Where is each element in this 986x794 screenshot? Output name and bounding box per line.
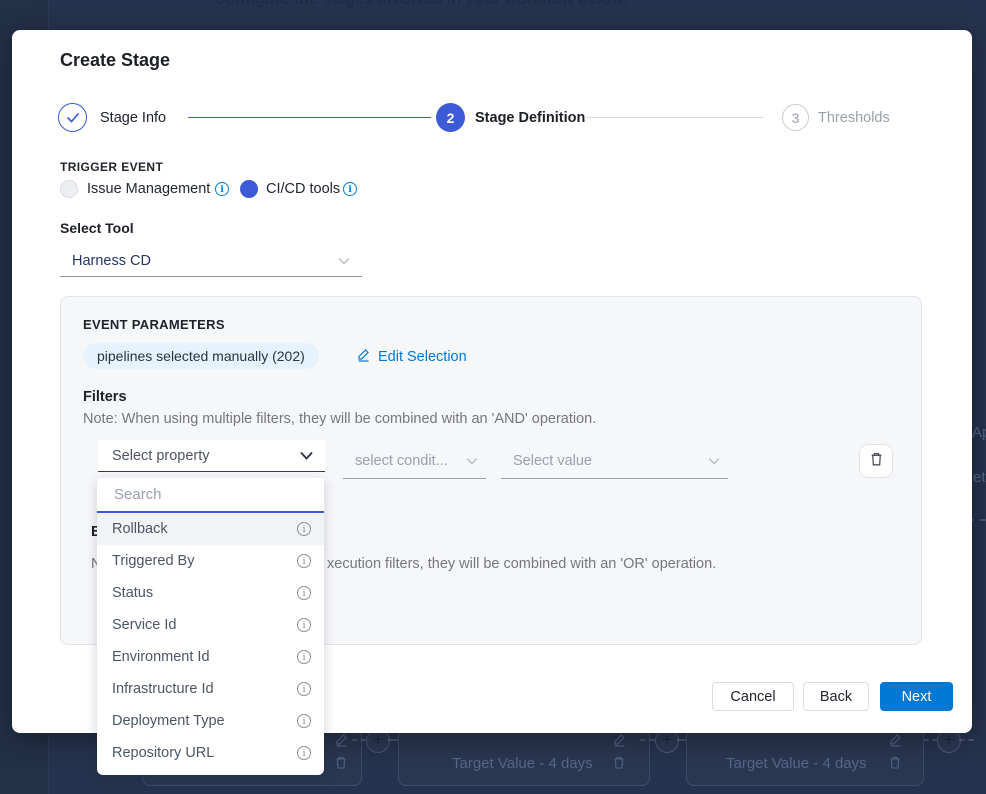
info-icon[interactable]: i xyxy=(297,522,311,536)
dropdown-item-infrastructure-id[interactable]: Infrastructure Id i xyxy=(97,673,324,705)
info-icon[interactable]: i xyxy=(297,554,311,568)
info-icon[interactable]: i xyxy=(297,682,311,696)
dropdown-item-environment-id[interactable]: Environment Id i xyxy=(97,641,324,673)
edit-icon xyxy=(888,732,904,748)
condition-select[interactable]: select condit... xyxy=(343,444,486,479)
info-icon[interactable]: i xyxy=(215,182,229,196)
value-select-placeholder: Select value xyxy=(513,453,592,469)
background-text-fragment: et xyxy=(973,469,986,486)
info-icon[interactable]: i xyxy=(297,746,311,760)
step-stage-info-label: Stage Info xyxy=(100,110,166,126)
stepper-connector xyxy=(188,117,431,118)
info-icon[interactable]: i xyxy=(297,714,311,728)
condition-select-placeholder: select condit... xyxy=(355,453,448,469)
property-select-value: Select property xyxy=(112,448,210,464)
dropdown-item-label: Repository URL xyxy=(112,745,214,761)
edit-icon xyxy=(334,732,350,748)
info-icon[interactable]: i xyxy=(297,650,311,664)
dropdown-item-label: Environment Id xyxy=(112,649,210,665)
trash-icon xyxy=(869,451,884,472)
stepper-connector xyxy=(584,117,764,118)
step-stage-definition[interactable]: 2 xyxy=(436,103,465,132)
step-thresholds[interactable]: 3 xyxy=(782,104,809,131)
connector-dash xyxy=(352,739,366,741)
connector-dash xyxy=(924,739,937,741)
step-stage-info[interactable] xyxy=(58,103,87,132)
radio-cicd-tools-label: CI/CD tools xyxy=(266,181,340,197)
dropdown-item-service-id[interactable]: Service Id i xyxy=(97,609,324,641)
property-select[interactable]: Select property xyxy=(98,440,325,472)
dropdown-item-status[interactable]: Status i xyxy=(97,577,324,609)
cancel-button-label: Cancel xyxy=(730,689,775,705)
connector-dash xyxy=(959,739,974,741)
dropdown-item-label: Triggered By xyxy=(112,553,194,569)
cancel-button[interactable]: Cancel xyxy=(712,682,794,711)
filters-heading: Filters xyxy=(83,389,127,405)
info-icon[interactable]: i xyxy=(343,182,357,196)
dropdown-item-triggered-by[interactable]: Triggered By i xyxy=(97,545,324,577)
step-number: 2 xyxy=(447,110,455,126)
create-stage-dialog: Create Stage Stage Info 2 Stage Definiti… xyxy=(12,30,972,733)
page: Configure the stages involved in your wo… xyxy=(0,0,986,794)
background-heading: Configure the stages involved in your wo… xyxy=(214,0,628,9)
dropdown-item-label: Deployment Type xyxy=(112,713,225,729)
trash-icon xyxy=(334,755,350,771)
edit-icon xyxy=(356,347,371,366)
back-button[interactable]: Back xyxy=(803,682,869,711)
info-icon[interactable]: i xyxy=(297,618,311,632)
property-dropdown: Rollback i Triggered By i Status i Servi… xyxy=(97,478,324,775)
trigger-event-heading: TRIGGER EVENT xyxy=(60,160,163,174)
filters-note: Note: When using multiple filters, they … xyxy=(83,411,596,427)
chevron-down-icon xyxy=(300,451,313,460)
connector-dash xyxy=(388,739,398,741)
info-icon[interactable]: i xyxy=(297,586,311,600)
value-select[interactable]: Select value xyxy=(501,444,728,479)
dropdown-item-label: Infrastructure Id xyxy=(112,681,214,697)
tool-select[interactable]: Harness CD xyxy=(60,246,362,277)
dropdown-item-label: Service Id xyxy=(112,617,176,633)
search-input[interactable] xyxy=(112,485,309,504)
radio-issue-management-label: Issue Management xyxy=(87,181,210,197)
edit-icon xyxy=(612,732,628,748)
next-button-label: Next xyxy=(902,689,932,705)
dropdown-item-label: Status xyxy=(112,585,153,601)
edit-selection-button[interactable]: Edit Selection xyxy=(356,347,467,366)
chevron-down-icon xyxy=(708,457,720,465)
connector-dash xyxy=(677,739,686,741)
back-button-label: Back xyxy=(820,689,852,705)
dropdown-item-repository-url[interactable]: Repository URL i xyxy=(97,737,324,769)
chevron-down-icon xyxy=(338,257,350,265)
execution-filters-note-fragment: xecution filters, they will be combined … xyxy=(327,556,716,572)
trash-icon xyxy=(888,755,904,771)
event-parameters-heading: EVENT PARAMETERS xyxy=(83,317,225,332)
tool-select-value: Harness CD xyxy=(72,253,151,269)
radio-issue-management[interactable] xyxy=(60,180,78,198)
background-card-label: Target Value - 4 days xyxy=(452,755,593,772)
trash-icon xyxy=(612,755,628,771)
dropdown-search xyxy=(97,478,324,513)
dropdown-item-label: Rollback xyxy=(112,521,168,537)
delete-filter-button[interactable] xyxy=(859,444,893,478)
selection-chip: pipelines selected manually (202) xyxy=(83,343,319,369)
edit-selection-label: Edit Selection xyxy=(378,349,467,365)
background-card-label: Target Value - 4 days xyxy=(726,755,867,772)
dropdown-item-rollback[interactable]: Rollback i xyxy=(97,513,324,545)
check-icon xyxy=(66,110,80,126)
select-tool-label: Select Tool xyxy=(60,220,134,236)
background-text-fragment: Ap xyxy=(972,424,986,441)
next-button[interactable]: Next xyxy=(880,682,953,711)
chevron-down-icon xyxy=(466,457,478,465)
radio-cicd-tools[interactable] xyxy=(240,180,258,198)
step-thresholds-label: Thresholds xyxy=(818,110,890,126)
step-number: 3 xyxy=(792,110,800,126)
dialog-title: Create Stage xyxy=(60,50,170,71)
step-stage-definition-label: Stage Definition xyxy=(475,110,585,126)
connector-dash xyxy=(640,739,655,741)
dropdown-item-deployment-type[interactable]: Deployment Type i xyxy=(97,705,324,737)
